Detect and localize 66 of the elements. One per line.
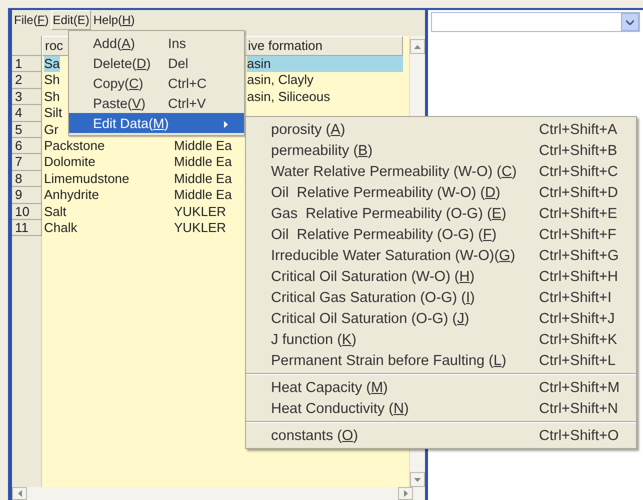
menu-item[interactable]: Critical Gas Saturation (O-G) (I) Ctrl+Shift+I [246, 287, 636, 308]
scroll-down-button[interactable] [410, 472, 425, 487]
menu-item[interactable]: Heat Conductivity (N) Ctrl+Shift+N [246, 398, 636, 419]
menu-item[interactable]: Copy(C) Ctrl+C [69, 73, 244, 93]
table-cell: YUKLER [174, 220, 226, 235]
row-number: 1 [12, 56, 42, 72]
right-arrow-icon [404, 490, 408, 497]
table-cell: Sh [44, 88, 60, 104]
down-arrow-icon [414, 478, 421, 482]
menu-item[interactable]: J function (K) Ctrl+Shift+K [246, 329, 636, 350]
menu-item[interactable]: Irreducible Water Saturation (W-O)(G) Ctrl+Shift+G [246, 245, 636, 266]
table-cell: Sa [44, 56, 60, 72]
table-cell: Packstone [44, 138, 105, 153]
table-cell: Middle Ea [174, 138, 232, 153]
menu-item[interactable]: Water Relative Permeability (W-O) (C) Ctrl+Shift+C [246, 161, 636, 182]
scroll-left-button[interactable] [12, 487, 27, 500]
menu-item[interactable]: Edit(E) [50, 10, 92, 30]
table-cell: Middle Ea [174, 187, 232, 202]
row-number: 2 [12, 72, 42, 89]
table-cell: Silt [44, 105, 62, 120]
scroll-up-button[interactable] [410, 39, 425, 54]
row-number: 9 [12, 187, 42, 204]
dropdown-button[interactable] [621, 13, 639, 31]
left-arrow-icon [18, 490, 22, 497]
column-header[interactable]: ive formation [245, 36, 403, 56]
table-cell: YUKLER [174, 204, 226, 219]
row-number: 4 [12, 105, 42, 122]
row-number: 11 [12, 220, 42, 236]
table-cell: asin [247, 56, 403, 72]
menu-item[interactable]: Paste(V) Ctrl+V [69, 93, 244, 113]
row-number: 7 [12, 154, 42, 171]
row-number: 8 [12, 170, 42, 188]
table-cell: Salt [44, 204, 66, 219]
menu-item[interactable]: Permanent Strain before Faulting (L) Ctrl+Shift+L [246, 350, 636, 371]
menu-item[interactable]: Oil Relative Permeability (W-O) (D) Ctrl+Shift+D [246, 182, 636, 203]
scroll-right-button[interactable] [398, 487, 413, 500]
table-cell: Anhydrite [44, 187, 99, 202]
combo-box[interactable] [431, 12, 640, 32]
menu-item[interactable]: Delete(D) Del [69, 53, 244, 73]
table-cell: Gr [44, 122, 58, 137]
table-cell: asin, Siliceous [247, 88, 330, 104]
menu-item[interactable]: constants (O) Ctrl+Shift+O [246, 425, 636, 446]
table-cell: Middle Ea [174, 154, 232, 170]
menu-item[interactable]: Critical Oil Saturation (W-O) (H) Ctrl+Shift+H [246, 266, 636, 287]
menu-item[interactable]: Add(A) Ins [69, 33, 244, 53]
table-cell: Limemudstone [44, 170, 130, 186]
up-arrow-icon [414, 44, 421, 48]
menu-item[interactable]: Help(H) [91, 10, 137, 30]
menu-item[interactable]: File(F) [12, 10, 51, 30]
menu-item[interactable]: Oil Relative Permeability (O-G) (F) Ctrl+Shift+F [246, 224, 636, 245]
row-number: 5 [12, 122, 42, 138]
row-number: 6 [12, 138, 42, 154]
row-number: 3 [12, 88, 42, 106]
menu-item[interactable]: Gas Relative Permeability (O-G) (E) Ctrl+Shift+E [246, 203, 636, 224]
table-cell: Middle Ea [174, 170, 232, 186]
table-cell: asin, Clayly [247, 72, 314, 88]
menu-item[interactable]: Heat Capacity (M) Ctrl+Shift+M [246, 377, 636, 398]
chevron-down-icon [626, 20, 634, 24]
menu-item[interactable]: Critical Oil Saturation (O-G) (J) Ctrl+Shift+J [246, 308, 636, 329]
table-cell: Sh [44, 72, 60, 88]
menu-item[interactable]: permeability (B) Ctrl+Shift+B [246, 140, 636, 161]
table-cell: Chalk [44, 220, 78, 235]
menu-item[interactable]: Edit Data(M) [69, 113, 244, 133]
row-number: 10 [12, 204, 42, 220]
menu-item[interactable]: porosity (A) Ctrl+Shift+A [246, 119, 636, 140]
table-cell: Dolomite [44, 154, 96, 170]
